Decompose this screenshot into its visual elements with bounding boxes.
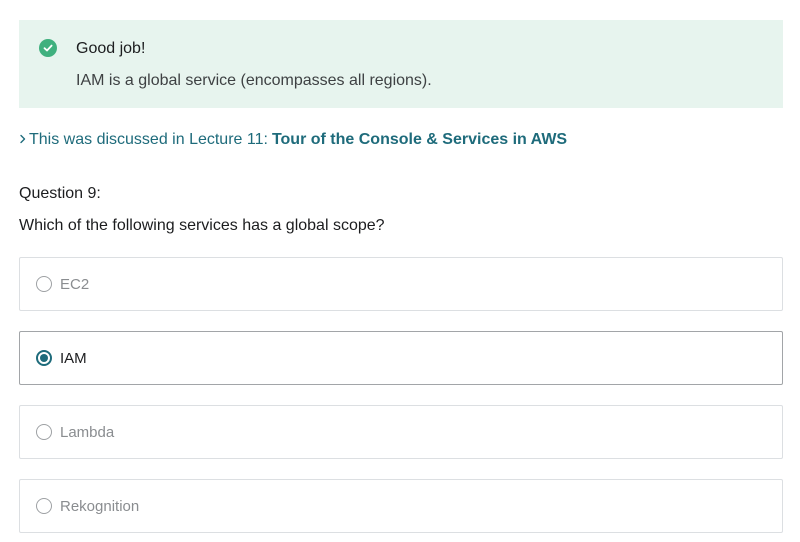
answer-option-label: Rekognition	[60, 498, 140, 515]
answer-option[interactable]: Lambda	[19, 405, 783, 459]
feedback-banner: Good job! IAM is a global service (encom…	[19, 20, 783, 108]
lecture-link-prefix: This was discussed in Lecture 11:	[29, 131, 268, 148]
radio-button[interactable]	[36, 498, 52, 514]
lecture-link-title[interactable]: Tour of the Console & Services in AWS	[272, 130, 567, 150]
question-text: Which of the following services has a gl…	[19, 217, 385, 234]
answer-option-label: IAM	[60, 350, 87, 367]
question-number: Question 9:	[19, 185, 101, 202]
quiz-page: Good job! IAM is a global service (encom…	[0, 0, 800, 542]
answer-option[interactable]: Rekognition	[19, 479, 783, 533]
answer-option-label: EC2	[60, 276, 90, 293]
answer-option[interactable]: IAM	[19, 331, 783, 385]
answer-option-label: Lambda	[60, 424, 115, 441]
answer-option[interactable]: EC2	[19, 257, 783, 311]
check-circle-icon	[39, 39, 57, 57]
lecture-reference-link[interactable]: This was discussed in Lecture 11: Tour o…	[19, 130, 567, 150]
radio-button[interactable]	[36, 350, 52, 366]
feedback-title: Good job!	[76, 40, 146, 57]
chevron-right-icon	[19, 130, 28, 150]
radio-button[interactable]	[36, 276, 52, 292]
feedback-message: IAM is a global service (encompasses all…	[76, 72, 432, 89]
radio-button[interactable]	[36, 424, 52, 440]
